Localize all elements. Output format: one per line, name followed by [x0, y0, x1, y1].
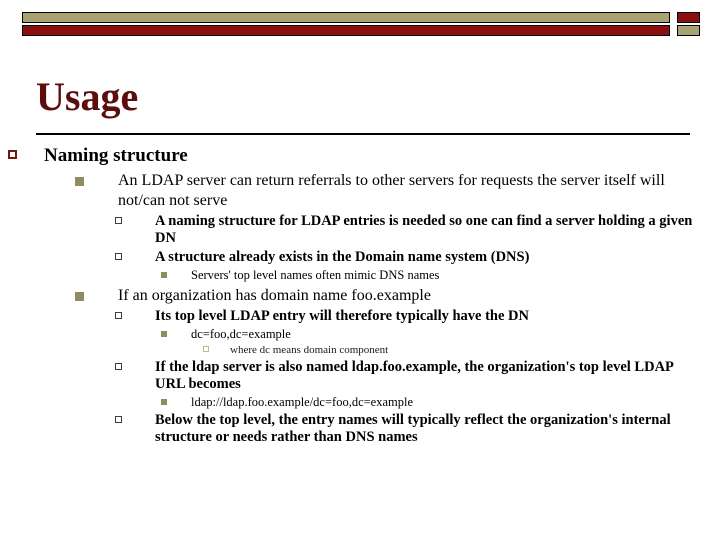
- outline-item-level-4: ldap://ldap.foo.example/dc=foo,dc=exampl…: [161, 395, 696, 410]
- outline-item-text: ldap://ldap.foo.example/dc=foo,dc=exampl…: [191, 395, 414, 409]
- outline-item-level-3: Below the top level, the entry names wil…: [115, 412, 696, 446]
- slide-title: Usage: [36, 74, 139, 119]
- outline-item-text: Its top level LDAP entry will therefore …: [155, 308, 529, 324]
- filled-square-bullet-icon: [161, 399, 167, 405]
- banner-bottom-bar: [22, 25, 670, 36]
- outline-item-text: A naming structure for LDAP entries is n…: [155, 213, 693, 246]
- outline-item-text: Below the top level, the entry names wil…: [155, 412, 671, 445]
- outline-item-text: A structure already exists in the Domain…: [155, 249, 530, 265]
- hollow-square-bullet-icon: [115, 253, 122, 260]
- slide-outline: Naming structure An LDAP server can retur…: [0, 144, 720, 446]
- banner-top-bar: [22, 12, 670, 23]
- banner-bottom-square: [677, 25, 700, 36]
- outline-item-text: Naming structure: [44, 145, 188, 166]
- filled-square-bullet-icon: [75, 177, 84, 186]
- outline-item-text: An LDAP server can return referrals to o…: [118, 172, 665, 209]
- slide-header-banner: [22, 12, 700, 36]
- hollow-square-bullet-icon: [115, 217, 122, 224]
- outline-item-text: Servers' top level names often mimic DNS…: [191, 268, 440, 282]
- filled-square-bullet-icon: [161, 272, 167, 278]
- outline-item-level-2: An LDAP server can return referrals to o…: [75, 171, 698, 211]
- filled-square-bullet-icon: [75, 292, 84, 301]
- banner-row-bottom: [22, 25, 700, 36]
- filled-square-bullet-icon: [161, 331, 167, 337]
- outline-item-level-3: A structure already exists in the Domain…: [115, 249, 696, 266]
- outline-item-level-4: Servers' top level names often mimic DNS…: [161, 268, 696, 283]
- banner-row-top: [22, 12, 700, 23]
- outline-item-text: where dc means domain component: [230, 344, 389, 356]
- outline-item-level-4: dc=foo,dc=example: [161, 327, 696, 342]
- banner-top-square: [677, 12, 700, 23]
- outline-item-text: If the ldap server is also named ldap.fo…: [155, 359, 674, 392]
- outline-item-level-5: where dc means domain component: [203, 343, 696, 357]
- hollow-square-bullet-icon: [115, 416, 122, 423]
- hollow-square-bullet-icon: [203, 346, 209, 352]
- outline-item-level-3: Its top level LDAP entry will therefore …: [115, 308, 696, 325]
- outline-item-text: dc=foo,dc=example: [191, 327, 291, 341]
- hollow-square-bullet-icon: [115, 312, 122, 319]
- outline-item-level-3: A naming structure for LDAP entries is n…: [115, 213, 696, 247]
- outline-item-level-1: Naming structure: [8, 144, 696, 168]
- outline-item-level-3: If the ldap server is also named ldap.fo…: [115, 359, 696, 393]
- outline-item-text: If an organization has domain name foo.e…: [118, 287, 431, 304]
- hollow-square-bullet-icon: [115, 363, 122, 370]
- outline-item-level-2: If an organization has domain name foo.e…: [75, 286, 698, 306]
- hollow-square-bullet-icon: [8, 150, 17, 159]
- title-underline-rule: [36, 133, 690, 135]
